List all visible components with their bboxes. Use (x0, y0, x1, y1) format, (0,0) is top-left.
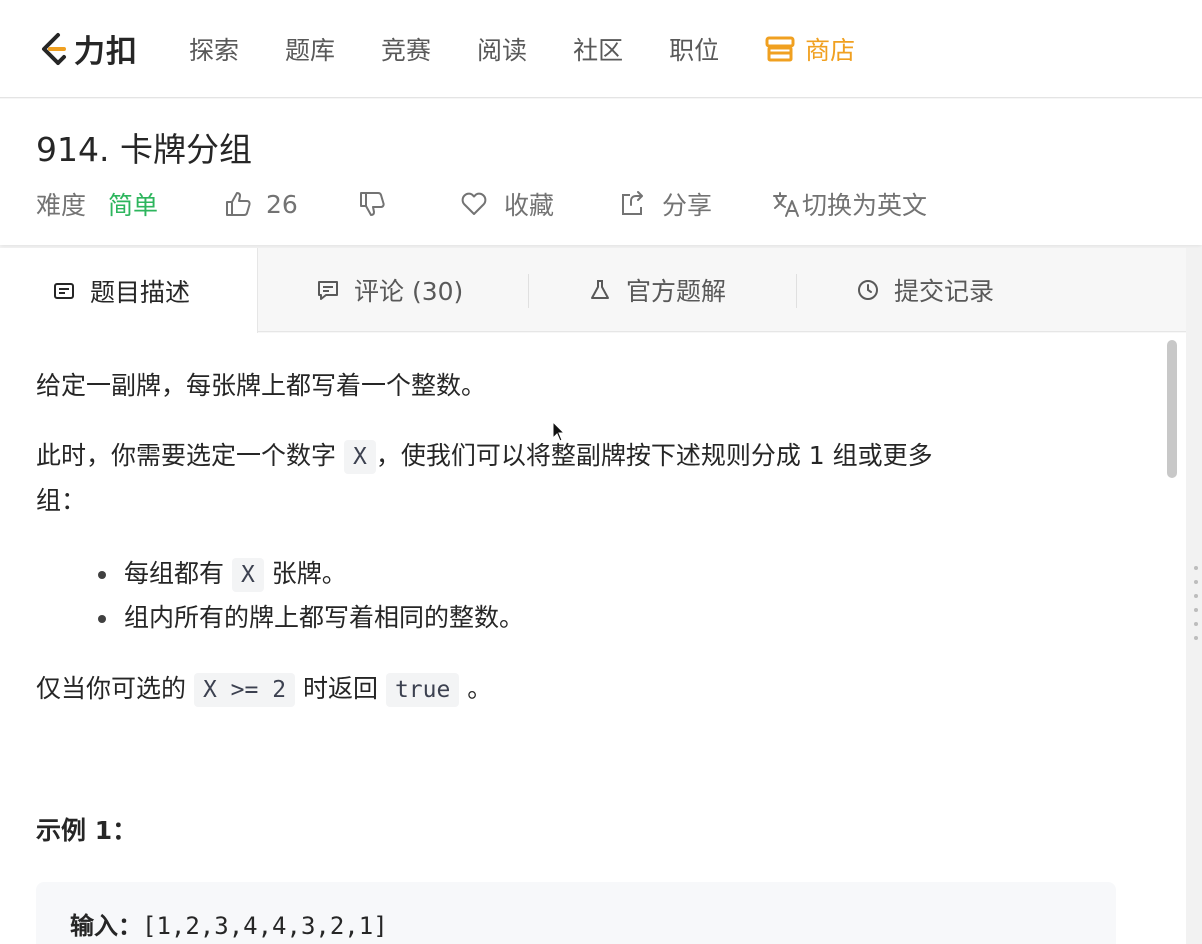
problem-title: 914. 卡牌分组 (36, 130, 252, 169)
description-paragraph-1: 给定一副牌，每张牌上都写着一个整数。 (36, 371, 487, 400)
leetcode-logo[interactable]: 力扣 (36, 26, 144, 71)
tab-submissions[interactable]: 提交记录 (856, 248, 994, 332)
flask-icon (591, 280, 609, 299)
nav-read[interactable]: 阅读 (477, 31, 527, 67)
difficulty-label: 难度 (36, 191, 87, 220)
resize-grip-icon[interactable] (1194, 566, 1198, 660)
share-label: 分享 (662, 191, 713, 220)
share-button[interactable]: 分享 (618, 186, 712, 222)
logo-text: 力扣 (74, 34, 138, 70)
mouse-cursor-icon (552, 421, 566, 442)
store-icon (765, 36, 795, 61)
heart-icon (461, 192, 487, 215)
tab-description-label: 题目描述 (90, 277, 191, 307)
tab-solution-label: 官方题解 (626, 277, 727, 306)
tab-comments-label: 评论 (30) (354, 277, 464, 306)
inline-code: X (231, 558, 264, 592)
description-icon (54, 282, 74, 299)
inline-code: X >= 2 (193, 673, 296, 707)
thumbs-down-icon (360, 192, 385, 216)
paragraph-text: 时返回 (295, 674, 386, 703)
thumbs-up-icon (226, 192, 251, 216)
problem-description: 给定一副牌，每张牌上都写着一个整数。 此时，你需要选定一个数字 X ，使我们可以将… (0, 333, 1186, 944)
leetcode-logo-icon (42, 32, 66, 65)
problem-meta-bar: 难度 简单 26 收藏 分享 切换为英文 (36, 186, 1176, 222)
description-paragraph-3: 仅当你可选的 X >= 2 时返回 true 。 (36, 667, 492, 712)
problem-tabs: 题目描述 评论 (30) 官方题解 提交记录 (0, 248, 1186, 333)
paragraph-text: 。 (459, 674, 493, 703)
example-heading: 示例 1： (36, 816, 138, 845)
example-input-value: [1,2,3,4,4,3,2,1] (142, 912, 388, 940)
tab-submissions-label: 提交记录 (894, 277, 995, 306)
difficulty-value: 简单 (108, 191, 159, 220)
store-label: 商店 (805, 35, 856, 65)
paragraph-text: ，使我们可以将整副牌按下述规则分成 1 组或更多 (375, 441, 933, 470)
list-item-text: 每组都有 (124, 559, 232, 588)
translate-icon (773, 192, 799, 217)
problem-header: 914. 卡牌分组 难度 简单 26 收藏 分享 切换为英文 (0, 99, 1202, 245)
list-item: 组内所有的牌上都写着相同的整数。 (124, 603, 525, 632)
top-navbar: 力扣 探索 题库 竞赛 阅读 社区 职位 商店 (0, 0, 1202, 98)
bullet-dot (98, 571, 106, 579)
description-paragraph-2-line2: 组： (36, 486, 87, 515)
nav-contest[interactable]: 竞赛 (381, 31, 431, 67)
tab-solution[interactable]: 官方题解 (588, 248, 726, 332)
example-input-label: 输入： (70, 912, 142, 940)
dislike-button[interactable] (358, 190, 386, 218)
description-paragraph-2: 此时，你需要选定一个数字 X ，使我们可以将整副牌按下述规则分成 1 组或更多 (36, 434, 933, 479)
list-item: 每组都有 X 张牌。 (124, 552, 347, 597)
nav-explore[interactable]: 探索 (189, 31, 239, 67)
nav-community[interactable]: 社区 (573, 31, 623, 67)
nav-problemset[interactable]: 题库 (285, 31, 335, 67)
share-icon (622, 191, 643, 215)
inline-code: true (385, 673, 460, 707)
tab-description[interactable]: 题目描述 (0, 248, 258, 333)
favorite-button[interactable]: 收藏 (460, 186, 554, 222)
language-switch-label: 切换为英文 (802, 191, 928, 220)
language-switch-button[interactable]: 切换为英文 (772, 186, 927, 222)
comment-icon (318, 281, 338, 300)
nav-jobs[interactable]: 职位 (669, 31, 719, 67)
favorite-label: 收藏 (504, 191, 555, 220)
tab-divider (528, 274, 529, 308)
paragraph-text: 此时，你需要选定一个数字 (36, 441, 344, 470)
tab-comments[interactable]: 评论 (30) (316, 248, 463, 332)
bullet-dot (98, 615, 106, 623)
inline-code: X (343, 440, 376, 474)
tab-divider (796, 274, 797, 308)
list-item-text: 张牌。 (263, 559, 347, 588)
scrollbar-thumb[interactable] (1167, 340, 1177, 478)
clock-icon (858, 280, 878, 300)
paragraph-text: 仅当你可选的 (36, 674, 194, 703)
example-input: 输入：[1,2,3,4,4,3,2,1] (70, 906, 388, 941)
like-button[interactable]: 26 (224, 190, 298, 219)
example-code-block: 输入：[1,2,3,4,4,3,2,1] (36, 882, 1116, 944)
nav-store[interactable]: 商店 (765, 31, 855, 67)
like-count: 26 (266, 189, 298, 219)
